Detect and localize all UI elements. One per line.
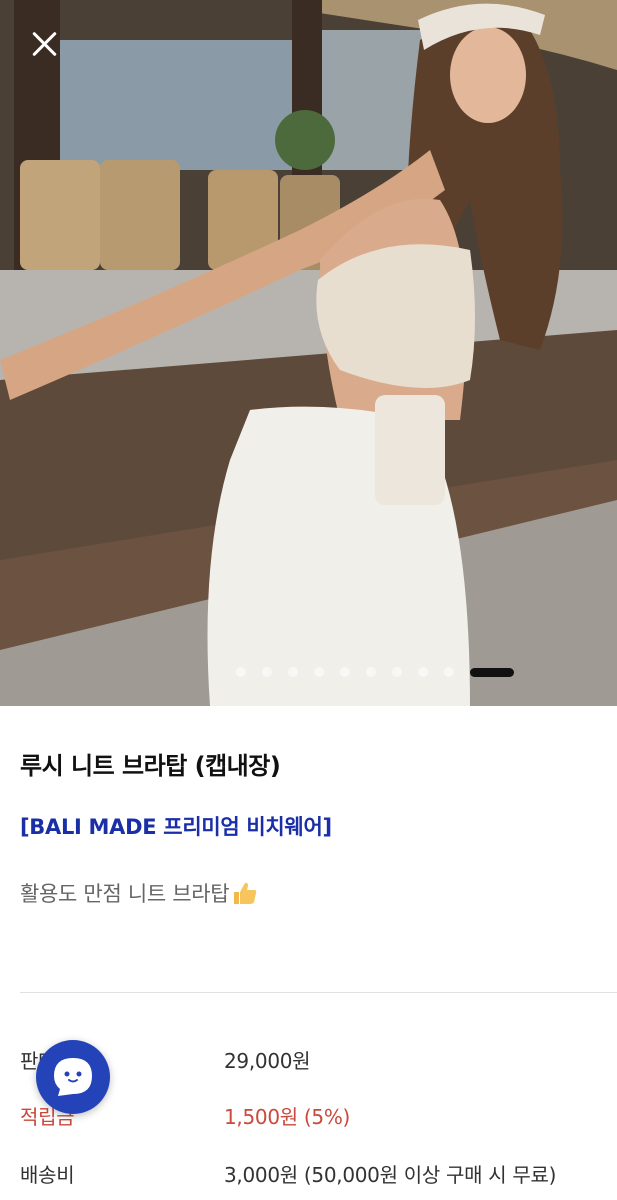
section-divider	[20, 992, 617, 993]
product-photo-illustration	[0, 0, 617, 706]
carousel-dot[interactable]	[444, 667, 454, 677]
carousel-dot[interactable]	[236, 667, 246, 677]
carousel-indicator	[236, 666, 514, 678]
points-value: 1,500원 (5%)	[224, 1105, 351, 1129]
carousel-dot[interactable]	[366, 667, 376, 677]
carousel-dot[interactable]	[288, 667, 298, 677]
product-image[interactable]	[0, 0, 617, 706]
product-description-text: 활용도 만점 니트 브라탑	[20, 882, 230, 906]
carousel-dot[interactable]	[392, 667, 402, 677]
product-description: 활용도 만점 니트 브라탑	[20, 878, 259, 908]
product-subtitle: [BALI MADE 프리미엄 비치웨어]	[20, 815, 332, 839]
carousel-dot-active[interactable]	[470, 667, 514, 677]
chat-button[interactable]	[36, 1040, 110, 1114]
thumbs-up-icon	[234, 882, 257, 904]
carousel-dot[interactable]	[340, 667, 350, 677]
carousel-dot[interactable]	[314, 667, 324, 677]
close-button[interactable]	[24, 24, 64, 64]
product-title: 루시 니트 브라탑 (캡내장)	[20, 752, 281, 780]
carousel-dot[interactable]	[418, 667, 428, 677]
chat-bubble-icon	[54, 1058, 92, 1096]
carousel-dot[interactable]	[262, 667, 272, 677]
shipping-value: 3,000원 (50,000원 이상 구매 시 무료)	[224, 1163, 557, 1187]
price-value: 29,000원	[224, 1049, 311, 1073]
shipping-label: 배송비	[20, 1163, 75, 1187]
